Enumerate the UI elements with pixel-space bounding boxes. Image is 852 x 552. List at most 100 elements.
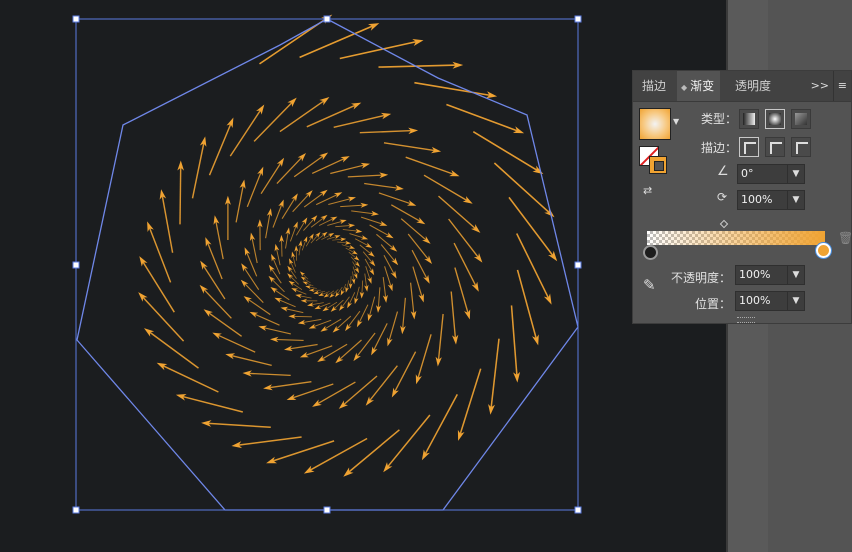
reverse-gradient-icon[interactable]: ⇄: [643, 184, 663, 204]
angle-field[interactable]: 0° ▼: [737, 164, 805, 184]
spiral-arrow-head: [268, 264, 275, 273]
spiral-arrow-line: [349, 233, 365, 239]
spiral-arrow-line: [368, 296, 376, 318]
gradient-swatch[interactable]: [639, 108, 671, 140]
spiral-arrow-line: [364, 273, 368, 289]
spiral-arrow-line: [316, 381, 356, 405]
spiral-arrow-head: [288, 280, 295, 287]
spiral-arrow-line: [251, 236, 258, 264]
trash-icon[interactable]: 🗑: [838, 231, 852, 245]
spiral-arrow-head: [139, 256, 148, 267]
panel-resize-grip[interactable]: [737, 317, 755, 323]
spiral-arrow-line: [323, 318, 342, 330]
spiral-arrow-line: [348, 292, 356, 306]
aspect-dropdown-icon[interactable]: ▼: [787, 191, 804, 209]
spiral-arrow-line: [206, 422, 271, 429]
spiral-arrow-head: [368, 268, 375, 276]
handle-bottom-left[interactable]: [72, 506, 80, 514]
spiral-arrow-head: [312, 399, 322, 407]
tab-gradient[interactable]: ◆ 渐变: [677, 71, 721, 101]
handle-top-right[interactable]: [574, 15, 582, 23]
handle-top-center[interactable]: [323, 15, 331, 23]
spiral-arrow-head: [345, 323, 352, 332]
panel-collapse-icon[interactable]: >>: [811, 71, 829, 101]
linear-gradient-button[interactable]: [739, 109, 759, 129]
spiral-arrow-line: [253, 313, 280, 326]
swatch-dropdown-icon[interactable]: ▼: [673, 117, 679, 126]
handle-middle-left[interactable]: [72, 261, 80, 269]
tab-transparency[interactable]: 透明度: [735, 71, 771, 101]
stroke-within-button[interactable]: [739, 137, 759, 157]
spiral-arrow-line: [253, 101, 294, 142]
spiral-arrow-head: [385, 232, 394, 239]
spiral-arrow-line: [438, 195, 477, 230]
spiral-arrow-line: [335, 224, 352, 228]
spiral-arrow-head: [300, 276, 307, 282]
spiral-arrow-line: [237, 436, 302, 447]
panel-tab-bar: 描边 ◆ 渐变 透明度 >> ≡: [633, 71, 851, 102]
spiral-arrow-line: [364, 182, 400, 189]
spiral-arrow-line: [326, 235, 338, 240]
spiral-arrow-line: [330, 164, 366, 175]
angle-dropdown-icon[interactable]: ▼: [787, 165, 804, 183]
spiral-arrow-line: [472, 131, 539, 172]
aspect-ratio-field[interactable]: 100% ▼: [737, 190, 805, 210]
gradient-stop-end[interactable]: [816, 243, 831, 258]
radial-gradient-icon: [769, 113, 781, 125]
spiral-arrow-line: [304, 345, 333, 357]
spiral-arrow-line: [351, 210, 375, 215]
artboard-canvas[interactable]: [0, 0, 726, 552]
fill-stroke-selector[interactable]: [639, 146, 669, 176]
spiral-arrow-line: [454, 267, 470, 315]
location-field[interactable]: 100% ▼: [735, 291, 805, 311]
tab-collapse-arrows-icon[interactable]: ◆: [681, 83, 687, 92]
spiral-arrow-line: [141, 260, 175, 313]
spiral-artwork[interactable]: [0, 0, 726, 552]
eyedropper-icon[interactable]: ✎: [643, 276, 656, 294]
angle-icon: ∠: [717, 164, 729, 179]
spiral-arrow-line: [354, 238, 370, 247]
spiral-arrow-head: [462, 196, 473, 204]
selection-handles[interactable]: [72, 15, 582, 514]
stroke-gradient-icon[interactable]: [649, 156, 667, 174]
spiral-arrow-head: [287, 265, 293, 273]
spiral-arrow-head: [391, 387, 399, 398]
stroke-along-button[interactable]: [765, 137, 785, 157]
handle-bottom-right[interactable]: [574, 506, 582, 514]
location-dropdown-icon[interactable]: ▼: [787, 292, 804, 310]
spiral-arrow-line: [448, 218, 480, 259]
spiral-arrow-line: [296, 220, 306, 236]
spiral-arrows-group[interactable]: [138, 14, 558, 477]
stroke-across-button[interactable]: [791, 137, 811, 157]
spiral-arrow-line: [301, 318, 322, 324]
spiral-arrow-line: [384, 266, 392, 288]
spiral-arrow-line: [358, 304, 369, 324]
spiral-arrow-line: [275, 247, 281, 266]
opacity-field[interactable]: 100% ▼: [735, 265, 805, 285]
spiral-arrow-line: [410, 282, 415, 315]
radial-gradient-button[interactable]: [765, 109, 785, 129]
handle-top-left[interactable]: [72, 15, 80, 23]
handle-middle-right[interactable]: [574, 261, 582, 269]
panel-menu-icon[interactable]: ≡: [832, 71, 847, 101]
gradient-slider[interactable]: [647, 231, 825, 245]
spiral-arrow-line: [337, 241, 348, 244]
freeform-gradient-button[interactable]: [791, 109, 811, 129]
handle-bottom-center[interactable]: [323, 506, 331, 514]
gradient-stop-start[interactable]: [643, 245, 658, 260]
spiral-arrow-line: [393, 351, 417, 394]
spiral-arrow-line: [179, 166, 182, 225]
spiral-arrow-line: [350, 276, 352, 286]
tab-stroke[interactable]: 描边: [642, 71, 666, 101]
gradient-midpoint-handle[interactable]: [719, 219, 729, 229]
spiral-arrow-line: [281, 196, 296, 219]
opacity-dropdown-icon[interactable]: ▼: [787, 266, 804, 284]
spiral-arrow-line: [271, 440, 335, 463]
type-label: 类型：: [700, 112, 737, 126]
heptagon-path[interactable]: [76, 18, 579, 511]
selection-bounding-box[interactable]: [75, 18, 579, 511]
spiral-arrow-line: [270, 267, 282, 284]
spiral-arrow-head: [241, 263, 248, 272]
spiral-arrow-head: [291, 193, 298, 202]
spiral-arrow-line: [293, 154, 325, 178]
